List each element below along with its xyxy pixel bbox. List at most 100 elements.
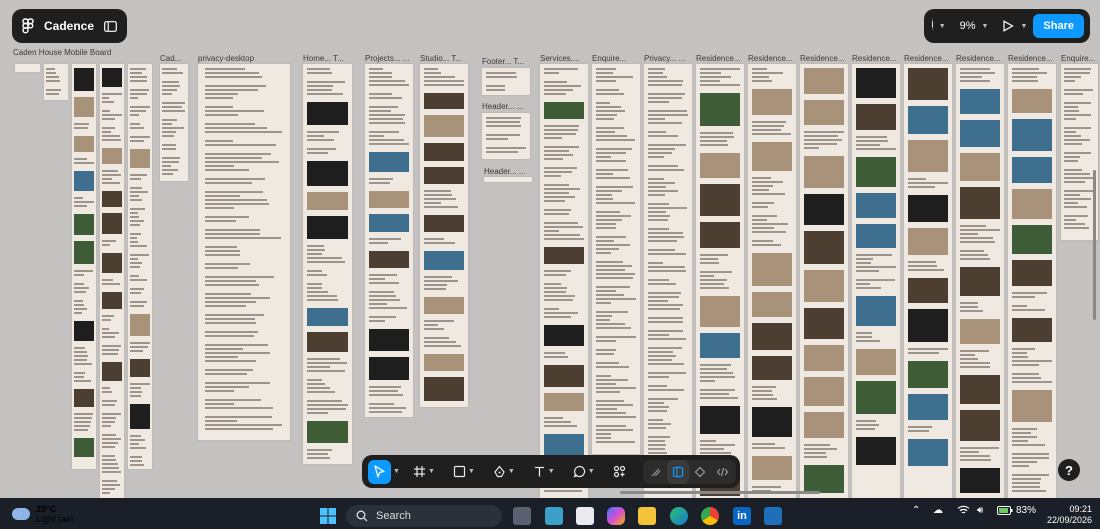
text-line (595, 366, 629, 368)
text-line (647, 219, 668, 221)
artboard[interactable] (160, 64, 188, 181)
frame-label[interactable]: privacy-desktop (198, 54, 254, 63)
frame-label[interactable]: Header... ... (482, 102, 523, 111)
artboard[interactable] (696, 64, 744, 498)
artboard[interactable] (303, 64, 352, 464)
notepad-icon[interactable] (545, 507, 563, 525)
artboard[interactable] (44, 64, 68, 100)
text-line (647, 135, 678, 137)
windows-start-icon[interactable] (319, 507, 337, 525)
frame-label[interactable]: Header... ... (484, 167, 525, 176)
text-tool[interactable]: ▼ (528, 460, 560, 484)
artboard[interactable] (482, 68, 530, 95)
design-canvas[interactable]: Caden House Mobile Board Cad... privacy-… (0, 0, 1100, 498)
shape-tool[interactable]: ▼ (448, 460, 480, 484)
frame-label[interactable]: Residence... (1008, 54, 1052, 63)
avatar[interactable] (932, 17, 933, 35)
copilot-icon[interactable] (607, 507, 625, 525)
artboard[interactable] (748, 64, 796, 498)
text-line (368, 76, 392, 78)
artboard[interactable] (540, 64, 588, 498)
task-view-icon[interactable] (513, 507, 531, 525)
onedrive-icon[interactable]: ☁ (933, 505, 943, 516)
artboard[interactable] (482, 113, 530, 159)
frame-label[interactable]: Studio... T... (420, 54, 462, 63)
vscode-icon[interactable] (764, 507, 782, 525)
volume-icon[interactable]: 🔊︎ (977, 505, 983, 516)
frame-label[interactable]: Projects... ... (365, 54, 409, 63)
frame-label[interactable]: Residence... (748, 54, 792, 63)
frame-label[interactable]: Home... T... (303, 54, 344, 63)
artboard[interactable] (100, 64, 124, 498)
artboard[interactable] (904, 64, 952, 498)
frame-label[interactable]: Services.... (540, 54, 580, 63)
system-clock[interactable]: 09:21 22/09/2026 (1047, 504, 1092, 526)
chevron-down-icon[interactable]: ▼ (982, 23, 989, 30)
artboard[interactable] (15, 64, 40, 72)
file-title[interactable]: Cadence (44, 19, 94, 33)
artboard[interactable] (644, 64, 692, 498)
help-button[interactable]: ? (1058, 459, 1080, 481)
file-explorer-icon[interactable] (638, 507, 656, 525)
chevron-down-icon[interactable]: ▼ (1020, 23, 1027, 30)
artboard[interactable] (72, 64, 96, 469)
toggle-sidebar-icon[interactable] (104, 20, 117, 32)
edge-icon[interactable] (670, 507, 688, 525)
store-icon[interactable] (576, 507, 594, 525)
text-line (205, 297, 271, 299)
comment-tool[interactable]: ▼ (568, 460, 600, 484)
pen-tool[interactable]: ▼ (488, 460, 520, 484)
frame-label[interactable]: Enquire... (592, 54, 626, 63)
draw-mode-button[interactable] (645, 460, 667, 484)
zoom-level[interactable]: 9% (960, 20, 976, 32)
weather-widget[interactable]: 25°C Light rain (12, 504, 73, 524)
frame-label[interactable]: Privacy... ... (644, 54, 685, 63)
text-line (699, 80, 721, 82)
text-line (595, 277, 633, 279)
chevron-down-icon[interactable]: ▼ (939, 23, 946, 30)
frame-label[interactable]: Residence... (904, 54, 948, 63)
artboard[interactable] (484, 177, 532, 182)
text-line (162, 68, 177, 70)
linkedin-icon[interactable]: in (733, 507, 751, 525)
artboard[interactable] (365, 64, 413, 417)
vertical-scrollbar[interactable] (1093, 170, 1096, 320)
components-tool[interactable] (608, 460, 631, 484)
share-button[interactable]: Share (1033, 14, 1084, 38)
dev-mode-button[interactable] (711, 460, 734, 484)
text-line (959, 451, 979, 453)
artboard[interactable] (128, 64, 152, 469)
horizontal-scrollbar[interactable] (620, 491, 820, 494)
figma-logo-icon[interactable] (22, 18, 34, 34)
text-line (1011, 309, 1046, 311)
artboard[interactable] (1008, 64, 1056, 498)
artboard[interactable] (800, 64, 848, 498)
artboard[interactable] (198, 64, 290, 440)
taskbar-search[interactable]: Search (346, 505, 502, 527)
frame-tool[interactable]: ▼ (408, 460, 440, 484)
prototype-mode-button[interactable] (689, 460, 711, 484)
frame-label[interactable]: Residence... (696, 54, 740, 63)
frame-label[interactable]: Caden House Mobile Board (13, 48, 111, 57)
frame-label[interactable]: Enquire... (1061, 54, 1095, 63)
artboard[interactable] (420, 64, 468, 407)
design-mode-button[interactable] (666, 459, 689, 484)
artboard[interactable] (956, 64, 1004, 498)
battery-status[interactable]: 83% (997, 505, 1036, 516)
chrome-icon[interactable] (701, 507, 719, 525)
frame-label[interactable]: Cad... (160, 54, 181, 63)
frame-label[interactable]: Residence... (852, 54, 896, 63)
text-line (1011, 68, 1040, 70)
wifi-icon[interactable] (957, 505, 970, 515)
frame-label[interactable]: Residence... (800, 54, 844, 63)
frame-label[interactable]: Residence... (956, 54, 1000, 63)
text-line (205, 344, 269, 346)
frame-label[interactable]: Footer... T... (482, 57, 524, 66)
present-icon[interactable] (1002, 20, 1015, 32)
text-line (205, 169, 249, 171)
move-tool[interactable] (368, 459, 391, 484)
artboard[interactable] (852, 64, 900, 498)
tray-chevron-icon[interactable]: ⌃ (912, 505, 920, 516)
artboard[interactable] (592, 64, 640, 454)
chevron-down-icon[interactable]: ▼ (393, 468, 400, 475)
